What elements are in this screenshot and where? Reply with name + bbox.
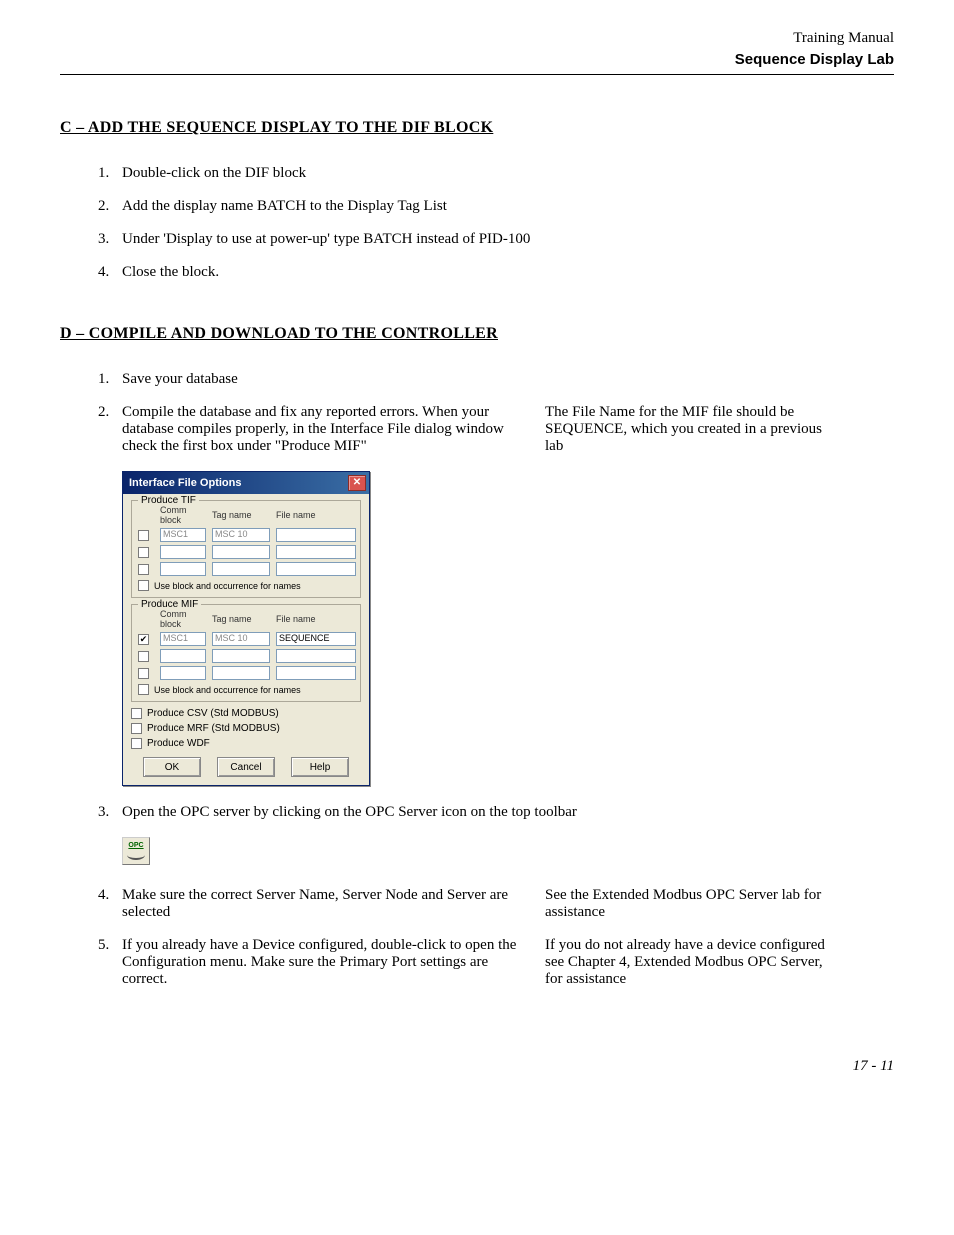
close-icon[interactable]: ✕ bbox=[348, 475, 366, 491]
list-text: Under 'Display to use at power-up' type … bbox=[122, 231, 894, 248]
help-button[interactable]: Help bbox=[291, 757, 349, 777]
col-header: Comm block bbox=[160, 609, 206, 629]
page-number: 17 - 11 bbox=[60, 1058, 894, 1075]
list-text: Double-click on the DIF block bbox=[122, 165, 894, 182]
comm-block-input[interactable]: MSC1 bbox=[160, 528, 206, 542]
checkbox[interactable]: ✔ bbox=[138, 634, 149, 645]
comm-block-input[interactable] bbox=[160, 545, 206, 559]
list-number: 4. bbox=[98, 264, 122, 281]
list-number: 2. bbox=[98, 404, 122, 421]
section-c-heading: C – ADD THE SEQUENCE DISPLAY TO THE DIF … bbox=[60, 119, 894, 137]
opc-icon-label: OPC bbox=[128, 842, 143, 849]
list-text: Open the OPC server by clicking on the O… bbox=[122, 804, 894, 821]
side-note: See the Extended Modbus OPC Server lab f… bbox=[537, 887, 827, 921]
list-text: Make sure the correct Server Name, Serve… bbox=[122, 887, 537, 921]
comm-block-input[interactable] bbox=[160, 666, 206, 680]
file-name-input[interactable] bbox=[276, 528, 356, 542]
checkbox[interactable] bbox=[138, 564, 149, 575]
list-item: 1. Double-click on the DIF block bbox=[60, 165, 894, 182]
list-text: If you already have a Device configured,… bbox=[122, 937, 537, 988]
checkbox[interactable] bbox=[138, 668, 149, 679]
list-number: 5. bbox=[98, 937, 122, 954]
opc-server-icon[interactable]: OPC bbox=[122, 837, 150, 865]
checkbox[interactable] bbox=[138, 530, 149, 541]
checkbox[interactable] bbox=[131, 708, 142, 719]
opc-swoosh-icon bbox=[127, 850, 145, 860]
list-item: 5. If you already have a Device configur… bbox=[60, 937, 894, 988]
list-text: Compile the database and fix any reporte… bbox=[122, 404, 537, 455]
file-name-input[interactable] bbox=[276, 666, 356, 680]
produce-mif-group: Produce MIF Comm block Tag name File nam… bbox=[131, 604, 361, 702]
list-item: 3. Open the OPC server by clicking on th… bbox=[60, 804, 894, 821]
section-d-heading: D – COMPILE AND DOWNLOAD TO THE CONTROLL… bbox=[60, 325, 894, 343]
list-item: 1. Save your database bbox=[60, 371, 894, 388]
list-number: 4. bbox=[98, 887, 122, 904]
file-name-input[interactable] bbox=[276, 562, 356, 576]
tag-name-input[interactable] bbox=[212, 545, 270, 559]
col-header: File name bbox=[276, 510, 356, 520]
tag-name-input[interactable] bbox=[212, 649, 270, 663]
interface-file-options-dialog: Interface File Options ✕ Produce TIF Com… bbox=[122, 471, 370, 786]
list-item: 3. Under 'Display to use at power-up' ty… bbox=[60, 231, 894, 248]
produce-wdf-label: Produce WDF bbox=[147, 738, 210, 749]
comm-block-input[interactable]: MSC1 bbox=[160, 632, 206, 646]
ok-button[interactable]: OK bbox=[143, 757, 201, 777]
list-text: Add the display name BATCH to the Displa… bbox=[122, 198, 894, 215]
use-block-label: Use block and occurrence for names bbox=[154, 685, 301, 695]
col-header: File name bbox=[276, 614, 356, 624]
list-item: 2. Compile the database and fix any repo… bbox=[60, 404, 894, 455]
list-text: Close the block. bbox=[122, 264, 894, 281]
header-lab-title: Sequence Display Lab bbox=[60, 51, 894, 68]
checkbox[interactable] bbox=[131, 723, 142, 734]
checkbox[interactable] bbox=[138, 684, 149, 695]
dialog-title-text: Interface File Options bbox=[129, 477, 241, 489]
use-block-label: Use block and occurrence for names bbox=[154, 581, 301, 591]
produce-tif-group: Produce TIF Comm block Tag name File nam… bbox=[131, 500, 361, 598]
list-number: 2. bbox=[98, 198, 122, 215]
col-header: Tag name bbox=[212, 614, 270, 624]
list-item: 4. Close the block. bbox=[60, 264, 894, 281]
tag-name-input[interactable]: MSC 10 bbox=[212, 632, 270, 646]
list-item: 4. Make sure the correct Server Name, Se… bbox=[60, 887, 894, 921]
checkbox[interactable] bbox=[138, 651, 149, 662]
cancel-button[interactable]: Cancel bbox=[217, 757, 275, 777]
tag-name-input[interactable]: MSC 10 bbox=[212, 528, 270, 542]
col-header: Comm block bbox=[160, 505, 206, 525]
list-number: 1. bbox=[98, 165, 122, 182]
list-number: 3. bbox=[98, 804, 122, 821]
header-doc-type: Training Manual bbox=[60, 30, 894, 47]
checkbox[interactable] bbox=[138, 547, 149, 558]
header-rule bbox=[60, 74, 894, 75]
comm-block-input[interactable] bbox=[160, 649, 206, 663]
checkbox[interactable] bbox=[131, 738, 142, 749]
group-legend: Produce MIF bbox=[138, 599, 201, 610]
list-number: 1. bbox=[98, 371, 122, 388]
comm-block-input[interactable] bbox=[160, 562, 206, 576]
file-name-input[interactable]: SEQUENCE bbox=[276, 632, 356, 646]
produce-csv-label: Produce CSV (Std MODBUS) bbox=[147, 708, 279, 719]
list-text: Save your database bbox=[122, 371, 894, 388]
tag-name-input[interactable] bbox=[212, 666, 270, 680]
checkbox[interactable] bbox=[138, 580, 149, 591]
dialog-titlebar[interactable]: Interface File Options ✕ bbox=[123, 472, 369, 494]
side-note: If you do not already have a device conf… bbox=[537, 937, 827, 988]
list-number: 3. bbox=[98, 231, 122, 248]
file-name-input[interactable] bbox=[276, 649, 356, 663]
col-header: Tag name bbox=[212, 510, 270, 520]
file-name-input[interactable] bbox=[276, 545, 356, 559]
tag-name-input[interactable] bbox=[212, 562, 270, 576]
produce-mrf-label: Produce MRF (Std MODBUS) bbox=[147, 723, 280, 734]
side-note: The File Name for the MIF file should be… bbox=[537, 404, 827, 455]
list-item: 2. Add the display name BATCH to the Dis… bbox=[60, 198, 894, 215]
group-legend: Produce TIF bbox=[138, 495, 199, 506]
